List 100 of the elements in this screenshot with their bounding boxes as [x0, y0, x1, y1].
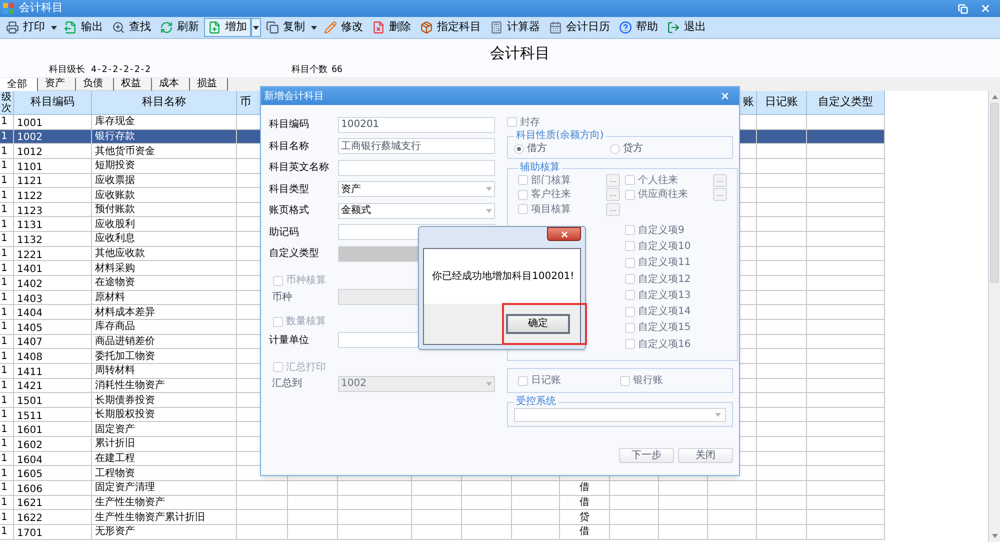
table-cell-text: 1221	[16, 248, 42, 260]
scroll-thumb[interactable]	[990, 103, 999, 283]
table-cell-text: 应收股利	[94, 218, 135, 232]
input-field[interactable]	[338, 160, 495, 176]
checkbox[interactable]	[625, 225, 635, 236]
scroll-down-icon[interactable]	[992, 534, 998, 538]
table-cell-text: 1121	[16, 175, 42, 188]
checkbox-label: 个人往来	[638, 174, 679, 188]
table-cell-text: 1402	[16, 278, 42, 290]
scrollbar[interactable]	[988, 91, 1000, 542]
toolbar-button[interactable]: 修改	[320, 18, 367, 37]
dropdown[interactable]: 1002	[338, 376, 495, 392]
checkbox[interactable]	[625, 274, 635, 284]
toolbar-button[interactable]: 刷新	[156, 18, 203, 37]
checkbox[interactable]	[507, 117, 517, 127]
toolbar-button[interactable]: 帮助	[615, 18, 662, 37]
column-header[interactable]: 账	[743, 94, 754, 111]
toolbar-button[interactable]: 删除	[368, 18, 415, 37]
table-cell: 1	[0, 437, 8, 451]
box-icon	[420, 21, 433, 34]
checkbox[interactable]	[625, 322, 635, 333]
checkbox[interactable]	[625, 339, 635, 350]
caret-icon	[486, 382, 492, 386]
checkbox-label: 自定义项11	[638, 256, 692, 270]
dialog-button[interactable]: 下一步	[619, 448, 674, 463]
caret-icon	[715, 413, 721, 417]
table-cell-text: 1403	[16, 292, 42, 304]
table-row[interactable]: 1 1701 无形资产 借	[0, 524, 885, 540]
close-icon[interactable]	[720, 91, 730, 101]
checkbox-label: 自定义项13	[638, 288, 692, 303]
add-file-icon	[208, 21, 221, 34]
close-button[interactable]	[547, 227, 581, 241]
checkbox[interactable]	[625, 290, 635, 300]
table-cell-text: 其他应收款	[94, 246, 145, 260]
checkbox[interactable]	[625, 306, 635, 317]
table-cell-text: 1	[0, 159, 8, 173]
checkbox[interactable]	[625, 241, 635, 252]
checkbox[interactable]	[273, 276, 283, 286]
table-cell-text: 1	[0, 422, 8, 436]
toolbar-button[interactable]: 复制	[262, 18, 309, 37]
scroll-up-icon[interactable]	[992, 95, 998, 99]
checkbox[interactable]	[620, 376, 630, 386]
tab[interactable]: 损益	[190, 78, 228, 91]
table-cell: 1	[0, 174, 8, 188]
dialog-title: 新增会计科目	[264, 90, 324, 104]
checkbox[interactable]	[273, 362, 283, 372]
table-cell-text: 1101	[16, 160, 42, 173]
table-cell-text: 贷	[580, 510, 590, 524]
checkbox[interactable]	[518, 175, 528, 186]
restore-icon[interactable]	[958, 4, 968, 14]
input-field[interactable]: 100201	[338, 116, 495, 133]
radio-button[interactable]	[514, 144, 524, 154]
toolbar-button[interactable]: 打印	[2, 18, 49, 37]
toolbar-button[interactable]: 增加	[204, 18, 251, 37]
table-cell-text: 1604	[16, 454, 42, 466]
table-cell-text: 1	[0, 291, 8, 304]
toolbar-button[interactable]: 退出	[663, 18, 710, 37]
checkbox[interactable]	[625, 190, 635, 200]
toolbar-button[interactable]: 查找	[108, 18, 155, 37]
count-label: 科目个数	[292, 65, 328, 75]
field-label: 账页格式	[269, 204, 310, 218]
checkbox[interactable]	[518, 190, 528, 200]
close-icon[interactable]	[980, 3, 991, 14]
table-cell-text: 1622	[16, 512, 42, 524]
dropdown[interactable]: 金额式	[338, 202, 495, 219]
tab[interactable]: 负债	[76, 78, 114, 91]
toolbar-button[interactable]: 指定科目	[416, 18, 485, 37]
dialog-button[interactable]: 关闭	[678, 448, 733, 463]
table-cell-text: 1411	[16, 366, 42, 378]
dropdown[interactable]	[514, 408, 726, 422]
tab[interactable]: 全部	[0, 78, 38, 91]
checkbox-label: 自定义项10	[638, 240, 692, 254]
toolbar-button[interactable]: 输出	[60, 18, 107, 37]
table-cell-text: 1	[0, 364, 8, 378]
checkbox[interactable]	[625, 175, 635, 186]
toolbar-button[interactable]: 计算器	[486, 18, 544, 37]
tab[interactable]: 权益	[114, 78, 152, 91]
table-row[interactable]: 1 1622 生产性生物资产累计折旧 贷	[0, 510, 885, 525]
dropdown[interactable]: 资产	[338, 181, 495, 198]
column-header[interactable]: 币	[240, 94, 251, 111]
table-cell: 1	[0, 481, 8, 495]
table-cell-text: 1	[0, 188, 8, 202]
toolbar-button[interactable]: 会计日历	[545, 18, 614, 37]
field-label: 科目编码	[269, 118, 310, 132]
table-cell-text: 生产性生物资产	[94, 496, 165, 510]
checkbox-label: 自定义项9	[638, 224, 686, 238]
ok-button[interactable]: 确定	[506, 314, 570, 334]
input-field[interactable]: 工商银行蔡城支行	[338, 138, 495, 154]
checkbox[interactable]	[518, 376, 528, 386]
table-cell-text: 材料采购	[94, 262, 135, 276]
table-row[interactable]: 1 1606 固定资产清理 借	[0, 481, 885, 496]
table-row[interactable]: 1 1621 生产性生物资产 借	[0, 496, 885, 510]
checkbox-label: 部门核算	[531, 174, 572, 188]
tab[interactable]: 资产	[38, 78, 76, 91]
checkbox[interactable]	[625, 258, 635, 268]
checkbox[interactable]	[518, 204, 528, 214]
checkbox[interactable]	[273, 316, 283, 326]
table-cell-text: 长期股权投资	[94, 408, 155, 422]
tab[interactable]: 成本	[152, 78, 190, 91]
radio-button[interactable]	[610, 144, 620, 154]
